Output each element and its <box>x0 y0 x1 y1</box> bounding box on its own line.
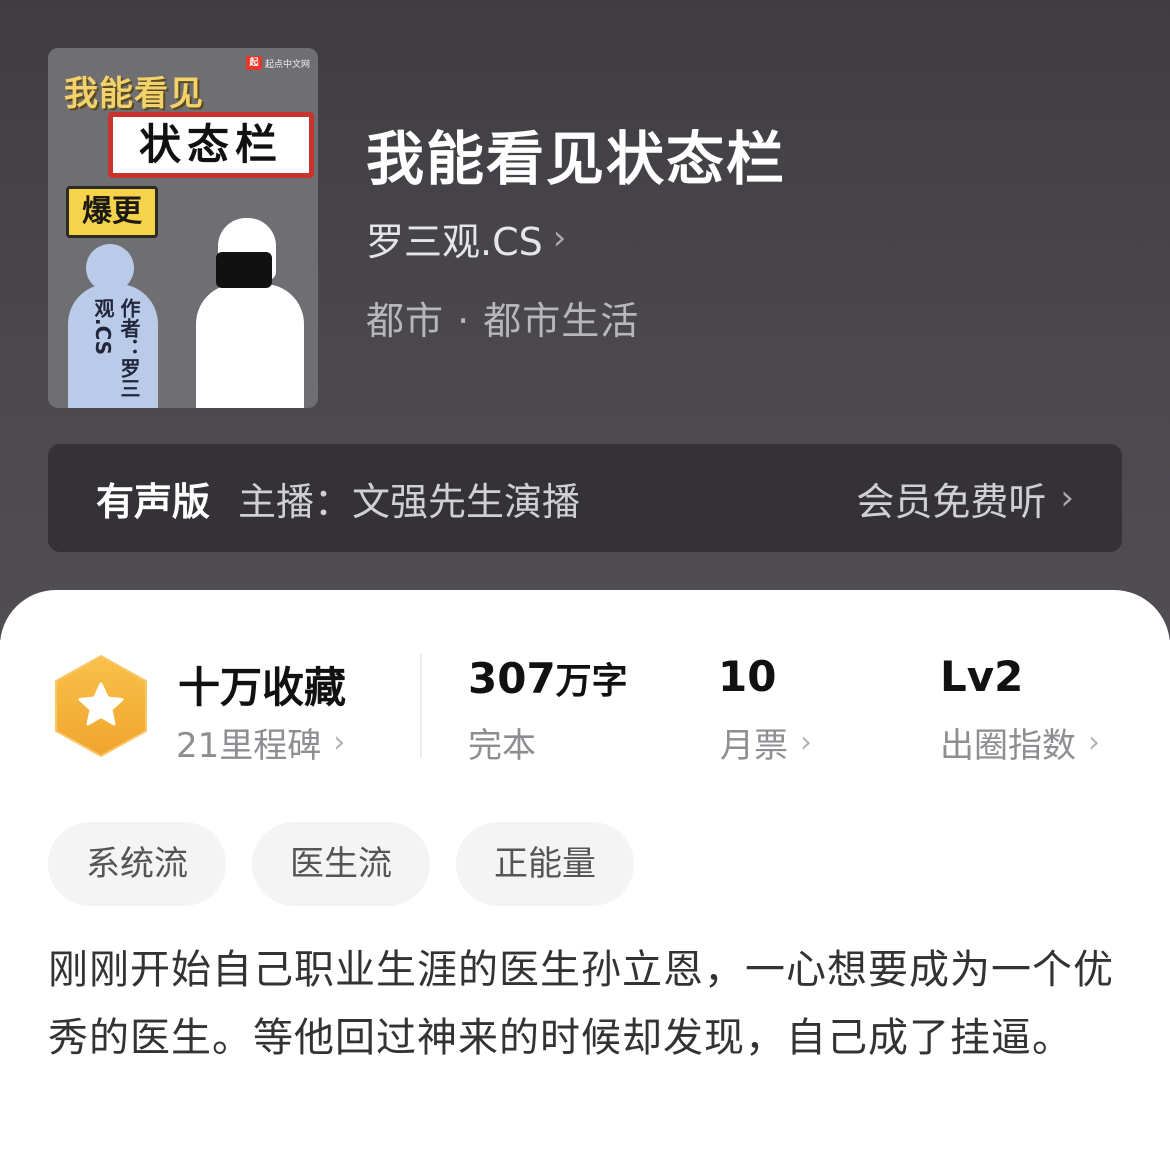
star-badge-icon <box>55 655 147 757</box>
cover-title-line1: 我能看见 <box>64 74 204 114</box>
cover-tag: 爆更 <box>66 186 158 238</box>
popularity-index-label: 出圈指数 <box>940 726 1076 766</box>
word-count-value: 307 <box>468 654 556 703</box>
tag-chip[interactable]: 正能量 <box>456 822 634 906</box>
tag-chip[interactable]: 系统流 <box>48 822 226 906</box>
book-description: 刚刚开始自己职业生涯的医生孙立恩，一心想要成为一个优秀的医生。等他回过神来的时候… <box>48 947 1114 1061</box>
book-genre: 都市 · 都市生活 <box>366 299 640 343</box>
author-name: 罗三观.CS <box>366 219 543 264</box>
author-link[interactable]: 罗三观.CS › <box>366 212 566 264</box>
completion-label: 完本 <box>468 726 536 766</box>
favorites-value: 十万收藏 <box>178 663 347 712</box>
word-count-unit: 万字 <box>555 661 628 702</box>
chevron-right-icon: › <box>552 218 567 258</box>
audio-listen-button[interactable]: 会员免费听 › <box>856 471 1074 526</box>
cover-title-line2: 状态栏 <box>108 112 314 178</box>
audio-version-bar[interactable]: 有声版 主播：文强先生演播 会员免费听 › <box>48 444 1122 552</box>
chevron-right-icon: › <box>1088 725 1100 760</box>
level-value: Lv2 <box>940 652 1024 701</box>
audio-host: 主播：文强先生演播 <box>238 479 581 524</box>
book-header: 起 起点中文网 我能看见 状态栏 爆更 作者：罗三观.CS 我能看见状态栏 罗三… <box>0 0 1170 640</box>
publisher-logo-icon: 起 <box>245 56 262 70</box>
monthly-tickets-link[interactable]: 月票 › <box>720 718 812 767</box>
audio-action-label: 会员免费听 <box>856 479 1047 524</box>
publisher-mark: 起 起点中文网 <box>245 54 310 72</box>
cover-figure-doctor-hair <box>216 252 272 288</box>
milestone-link[interactable]: 21里程碑 › <box>176 718 345 767</box>
chevron-right-icon: › <box>1060 478 1074 518</box>
book-cover[interactable]: 起 起点中文网 我能看见 状态栏 爆更 作者：罗三观.CS <box>48 48 318 408</box>
book-detail-card: 十万收藏 21里程碑 › 307万字 完本 10 月票 › Lv2 出圈指数 ›… <box>0 590 1170 1152</box>
publisher-name: 起点中文网 <box>264 59 310 70</box>
cover-figure-doctor-body <box>196 284 304 408</box>
tag-list: 系统流 医生流 正能量 <box>48 822 634 906</box>
audio-label: 有声版 <box>96 479 211 524</box>
chevron-right-icon: › <box>333 725 346 760</box>
tag-chip[interactable]: 医生流 <box>252 822 430 906</box>
cover-author: 作者：罗三观.CS <box>91 298 141 398</box>
completion-status: 完本 <box>468 718 536 767</box>
book-title: 我能看见状态栏 <box>366 125 787 193</box>
milestone-label: 21里程碑 <box>176 726 322 766</box>
monthly-tickets-label: 月票 <box>720 726 788 766</box>
word-count: 307万字 <box>468 652 628 704</box>
stats-divider <box>420 654 422 758</box>
popularity-index-link[interactable]: 出圈指数 › <box>940 718 1100 767</box>
chevron-right-icon: › <box>800 725 812 760</box>
stats-row: 十万收藏 21里程碑 › 307万字 完本 10 月票 › Lv2 出圈指数 › <box>0 590 1170 790</box>
monthly-tickets-value: 10 <box>718 652 777 701</box>
